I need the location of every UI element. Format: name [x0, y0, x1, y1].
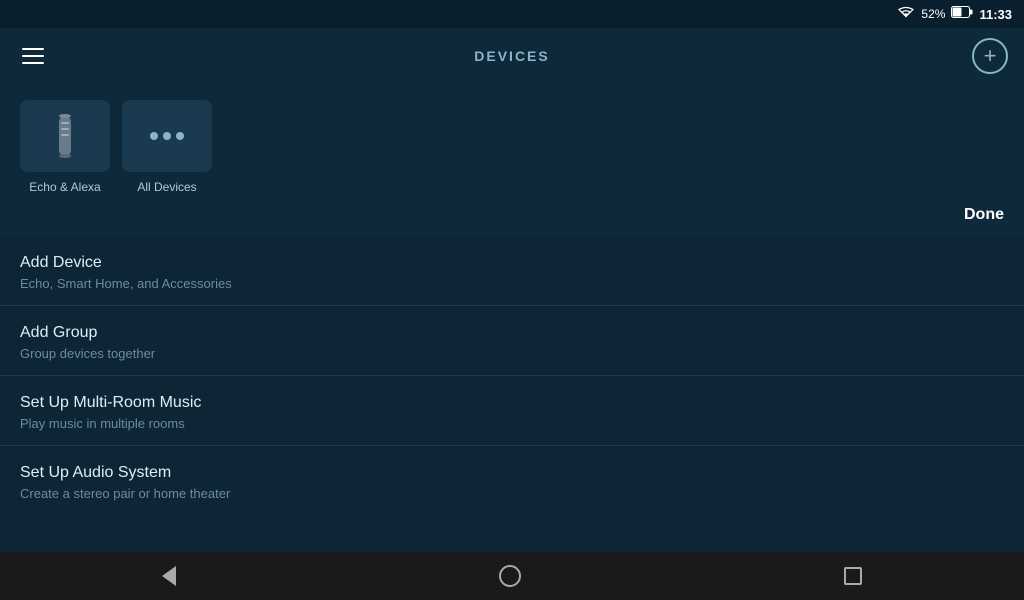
device-card-box-all — [122, 100, 212, 172]
done-button[interactable]: Done — [964, 206, 1004, 224]
nav-recent-button[interactable] — [820, 559, 886, 593]
menu-item-add-group-subtitle: Group devices together — [20, 346, 1004, 361]
plus-icon: + — [984, 43, 997, 69]
device-card-echo-alexa[interactable]: Echo & Alexa — [20, 100, 110, 194]
echo-device-icon — [51, 114, 79, 158]
all-devices-dots-icon — [150, 132, 184, 140]
hamburger-menu-button[interactable] — [16, 42, 50, 70]
menu-item-multiroom-title: Set Up Multi-Room Music — [20, 394, 1004, 412]
status-time: 11:33 — [979, 7, 1012, 22]
menu-item-audio-system[interactable]: Set Up Audio System Create a stereo pair… — [0, 446, 1024, 515]
device-card-box-echo — [20, 100, 110, 172]
menu-item-add-group[interactable]: Add Group Group devices together — [0, 306, 1024, 376]
nav-back-icon — [162, 566, 176, 586]
status-bar: 52% 11:33 — [0, 0, 1024, 28]
nav-bar — [0, 552, 1024, 600]
devices-area: Echo & Alexa All Devices — [0, 84, 1024, 194]
page-title: DEVICES — [474, 48, 549, 64]
nav-recent-icon — [844, 567, 862, 585]
menu-item-add-device[interactable]: Add Device Echo, Smart Home, and Accesso… — [0, 236, 1024, 306]
menu-item-add-group-title: Add Group — [20, 324, 1004, 342]
battery-icon — [951, 5, 973, 23]
status-icons: 52% 11:33 — [897, 5, 1012, 24]
device-grid: Echo & Alexa All Devices — [20, 100, 1004, 194]
menu-item-audio-title: Set Up Audio System — [20, 464, 1004, 482]
header: DEVICES + — [0, 28, 1024, 84]
device-label-echo: Echo & Alexa — [29, 180, 100, 194]
device-label-all: All Devices — [137, 180, 196, 194]
menu-item-add-device-subtitle: Echo, Smart Home, and Accessories — [20, 276, 1004, 291]
wifi-icon — [897, 5, 915, 24]
menu-item-multiroom-subtitle: Play music in multiple rooms — [20, 416, 1004, 431]
device-card-all-devices[interactable]: All Devices — [122, 100, 212, 194]
menu-list: Add Device Echo, Smart Home, and Accesso… — [0, 236, 1024, 552]
done-area: Done — [0, 194, 1024, 236]
battery-percent: 52% — [921, 7, 945, 21]
menu-item-add-device-title: Add Device — [20, 254, 1004, 272]
nav-back-button[interactable] — [138, 558, 200, 594]
nav-home-icon — [499, 565, 521, 587]
menu-item-multiroom[interactable]: Set Up Multi-Room Music Play music in mu… — [0, 376, 1024, 446]
add-button[interactable]: + — [972, 38, 1008, 74]
menu-item-audio-subtitle: Create a stereo pair or home theater — [20, 486, 1004, 501]
nav-home-button[interactable] — [475, 557, 545, 595]
